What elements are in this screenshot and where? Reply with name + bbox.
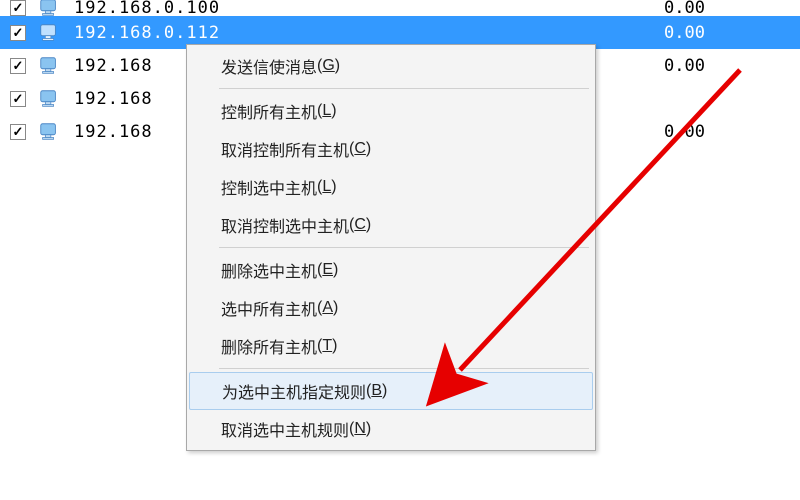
menu-item-mnemonic: (N) <box>349 420 371 438</box>
menu-item[interactable]: 取消选中主机规则(N) <box>189 410 593 448</box>
menu-item[interactable]: 取消控制选中主机(C) <box>189 206 593 244</box>
host-row[interactable]: 192.168.0.100 0.00 <box>0 0 800 16</box>
context-menu: 发送信使消息(G)控制所有主机(L)取消控制所有主机(C)控制选中主机(L)取消… <box>186 44 596 451</box>
host-value: 0.00 <box>664 56 705 76</box>
menu-item-label: 为选中主机指定规则 <box>222 379 366 403</box>
menu-item[interactable]: 控制选中主机(L) <box>189 168 593 206</box>
menu-separator <box>219 247 589 248</box>
menu-item[interactable]: 选中所有主机(A) <box>189 289 593 327</box>
host-checkbox[interactable] <box>10 91 26 107</box>
host-value: 0.00 <box>664 23 705 43</box>
menu-item-label: 取消选中主机规则 <box>221 417 349 441</box>
menu-separator <box>219 88 589 89</box>
menu-item[interactable]: 控制所有主机(L) <box>189 92 593 130</box>
menu-item-label: 控制所有主机 <box>221 99 317 123</box>
menu-item-mnemonic: (C) <box>349 216 371 234</box>
computer-icon <box>38 121 60 143</box>
menu-item[interactable]: 取消控制所有主机(C) <box>189 130 593 168</box>
menu-item[interactable]: 删除选中主机(E) <box>189 251 593 289</box>
computer-icon <box>38 0 60 16</box>
menu-item-label: 取消控制所有主机 <box>221 137 349 161</box>
computer-icon <box>38 22 60 44</box>
menu-item-mnemonic: (B) <box>366 382 387 400</box>
host-value: 0.00 <box>664 122 705 142</box>
computer-icon <box>38 88 60 110</box>
host-value: 0.00 <box>664 0 705 16</box>
host-ip: 192.168.0.100 <box>74 0 314 16</box>
host-ip: 192.168.0.112 <box>74 23 314 43</box>
menu-item-mnemonic: (T) <box>317 337 337 355</box>
menu-item-label: 删除选中主机 <box>221 258 317 282</box>
menu-item-label: 发送信使消息 <box>221 54 317 78</box>
host-checkbox[interactable] <box>10 25 26 41</box>
menu-item-label: 控制选中主机 <box>221 175 317 199</box>
menu-item-label: 选中所有主机 <box>221 296 317 320</box>
menu-item[interactable]: 发送信使消息(G) <box>189 47 593 85</box>
menu-item[interactable]: 删除所有主机(T) <box>189 327 593 365</box>
menu-item-label: 取消控制选中主机 <box>221 213 349 237</box>
host-checkbox[interactable] <box>10 0 26 16</box>
menu-item-mnemonic: (A) <box>317 299 338 317</box>
menu-item-mnemonic: (L) <box>317 102 337 120</box>
host-checkbox[interactable] <box>10 58 26 74</box>
menu-item-label: 删除所有主机 <box>221 334 317 358</box>
host-checkbox[interactable] <box>10 124 26 140</box>
menu-item[interactable]: 为选中主机指定规则(B) <box>189 372 593 410</box>
computer-icon <box>38 55 60 77</box>
menu-item-mnemonic: (G) <box>317 57 340 75</box>
menu-item-mnemonic: (L) <box>317 178 337 196</box>
menu-item-mnemonic: (E) <box>317 261 338 279</box>
menu-item-mnemonic: (C) <box>349 140 371 158</box>
menu-separator <box>219 368 589 369</box>
